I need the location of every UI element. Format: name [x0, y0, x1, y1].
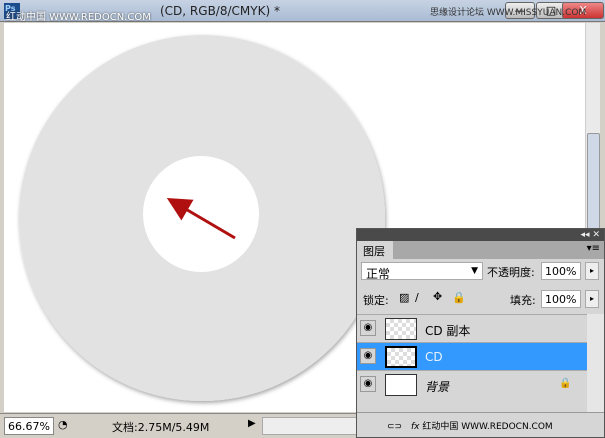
zoom-field[interactable]: 66.67% [4, 417, 54, 435]
lock-label: 锁定: [363, 294, 389, 307]
blend-mode-value: 正常 [366, 267, 391, 281]
layer-thumbnail [385, 346, 417, 368]
eye-icon[interactable]: ◉ [360, 376, 376, 392]
eye-icon[interactable]: ◉ [360, 320, 376, 336]
cd-hole [143, 156, 259, 272]
document-titlebar: Ps 红动中国 WWW.REDOCN.COM (CD, RGB/8/CMYK) … [0, 0, 605, 23]
panel-close-icon[interactable]: ✕ [592, 230, 600, 240]
horizontal-scrollbar[interactable] [262, 417, 357, 435]
panel-menu-icon[interactable]: ▾≡ [587, 243, 600, 254]
blend-mode-select[interactable]: 正常 ▼ [361, 262, 483, 281]
link-icon[interactable]: ⊂⊃ [387, 422, 402, 432]
watermark: 思缘设计论坛 WWW.MISSYUAN.COM [430, 8, 587, 18]
document-title: (CD, RGB/8/CMYK) * [160, 4, 280, 18]
layer-name: CD [425, 350, 443, 364]
lock-brush-icon[interactable]: ∕ [415, 291, 419, 304]
lock-transparency-icon[interactable]: ▨ [399, 291, 409, 304]
layer-name: CD 副本 [425, 324, 471, 338]
lock-icon: 🔒 [559, 378, 572, 389]
document-size: 文档:2.75M/5.49M [112, 421, 210, 434]
layer-row[interactable]: ◉ CD 副本 [357, 314, 587, 342]
fill-stepper[interactable]: ▸ [585, 290, 599, 308]
layers-panel: ◂◂ ✕ 图层 ▾≡ 正常 ▼ 不透明度: 100% ▸ 锁定: ▨ ∕ ✥ 🔒 … [356, 228, 605, 438]
layers-scrollbar[interactable] [587, 314, 604, 412]
watermark: 红动中国 WWW.REDOCN.COM [422, 422, 553, 432]
status-menu-arrow-icon[interactable]: ▶ [248, 418, 256, 429]
opacity-label: 不透明度: [487, 266, 535, 279]
fill-label: 填充: [510, 294, 536, 307]
watermark: 红动中国 WWW.REDOCN.COM [6, 12, 151, 23]
chevron-down-icon: ▼ [471, 266, 478, 276]
layer-row[interactable]: ◉ 背景 🔒 [357, 370, 587, 398]
collapse-icon[interactable]: ◂◂ [581, 230, 590, 240]
status-info-icon[interactable]: ◔ [58, 418, 68, 431]
lock-move-icon[interactable]: ✥ [433, 290, 442, 303]
lock-all-icon[interactable]: 🔒 [452, 291, 466, 304]
fx-icon[interactable]: fx [411, 422, 420, 432]
layer-thumbnail [385, 318, 417, 340]
panel-footer: ⊂⊃ fx 红动中国 WWW.REDOCN.COM [357, 412, 604, 437]
panel-header: ◂◂ ✕ [357, 229, 604, 241]
eye-icon[interactable]: ◉ [360, 348, 376, 364]
layer-name: 背景 [425, 380, 450, 394]
opacity-stepper[interactable]: ▸ [585, 262, 599, 280]
opacity-field[interactable]: 100% [541, 262, 581, 280]
layer-thumbnail [385, 374, 417, 396]
fill-field[interactable]: 100% [541, 290, 581, 308]
tab-layers[interactable]: 图层 [357, 241, 393, 259]
layer-row-selected[interactable]: ◉ CD [357, 342, 587, 370]
